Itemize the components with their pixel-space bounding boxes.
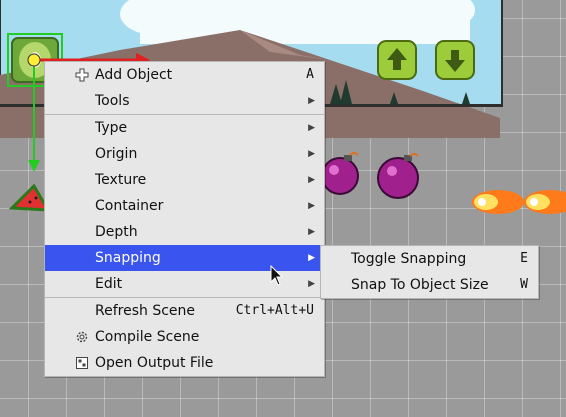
menu-item-shortcut: E <box>520 251 528 266</box>
menu-item-label: Compile Scene <box>95 329 200 345</box>
plus-icon <box>75 68 89 82</box>
file-icon <box>76 357 88 369</box>
chevron-right-icon: ▶ <box>308 175 315 185</box>
menu-item-label: Toggle Snapping <box>351 251 467 267</box>
chevron-right-icon: ▶ <box>308 123 315 133</box>
chevron-right-icon: ▶ <box>308 227 315 237</box>
bomb-sprite <box>321 152 359 195</box>
menu-item-label: Snap To Object Size <box>351 277 489 293</box>
chevron-right-icon: ▶ <box>308 149 315 159</box>
down-arrow-button <box>435 40 475 80</box>
fireball-sprite <box>472 190 524 214</box>
menu-item-label: Open Output File <box>95 355 214 371</box>
menu-item-label: Container <box>95 198 164 214</box>
chevron-right-icon: ▶ <box>308 201 315 211</box>
menu-item-shortcut: A <box>306 67 314 82</box>
menu-item-type[interactable]: Type ▶ <box>45 115 324 141</box>
chevron-right-icon: ▶ <box>308 96 315 106</box>
menu-item-snap-to-object-size[interactable]: Snap To Object Size W <box>321 272 538 298</box>
menu-item-shortcut: Ctrl+Alt+U <box>235 303 314 318</box>
menu-item-label: Edit <box>95 276 123 292</box>
chevron-right-icon: ▶ <box>308 279 315 289</box>
menu-item-label: Add Object <box>95 67 173 83</box>
menu-item-container[interactable]: Container ▶ <box>45 193 324 219</box>
gear-icon <box>76 331 88 343</box>
menu-item-texture[interactable]: Texture ▶ <box>45 167 324 193</box>
menu-item-label: Depth <box>95 224 138 240</box>
menu-item-label: Type <box>95 120 128 136</box>
menu-item-label: Snapping <box>95 250 161 266</box>
up-arrow-button <box>377 40 417 80</box>
menu-item-add-object[interactable]: Add Object A <box>45 62 324 88</box>
menu-item-toggle-snapping[interactable]: Toggle Snapping E <box>321 246 538 272</box>
menu-item-shortcut: W <box>520 277 528 292</box>
menu-item-refresh-scene[interactable]: Refresh Scene Ctrl+Alt+U <box>45 298 324 324</box>
clouds <box>120 0 475 44</box>
menu-item-label: Tools <box>95 93 130 109</box>
menu-item-origin[interactable]: Origin ▶ <box>45 141 324 167</box>
context-menu: Add Object A Tools ▶ Type ▶ Origin ▶ Tex… <box>44 61 325 377</box>
mouse-cursor-icon <box>270 265 284 286</box>
menu-item-label: Origin <box>95 146 138 162</box>
fireball-sprite <box>524 190 566 214</box>
menu-item-depth[interactable]: Depth ▶ <box>45 219 324 245</box>
menu-item-compile-scene[interactable]: Compile Scene <box>45 324 324 350</box>
menu-item-label: Texture <box>95 172 147 188</box>
watermelon-sprite <box>8 183 51 212</box>
bomb-sprite <box>377 153 419 199</box>
chevron-right-icon: ▶ <box>308 253 315 263</box>
menu-item-label: Refresh Scene <box>95 303 196 319</box>
menu-item-open-output-file[interactable]: Open Output File <box>45 350 324 376</box>
snapping-submenu: Toggle Snapping E Snap To Object Size W <box>320 245 539 299</box>
menu-item-tools[interactable]: Tools ▶ <box>45 88 324 114</box>
